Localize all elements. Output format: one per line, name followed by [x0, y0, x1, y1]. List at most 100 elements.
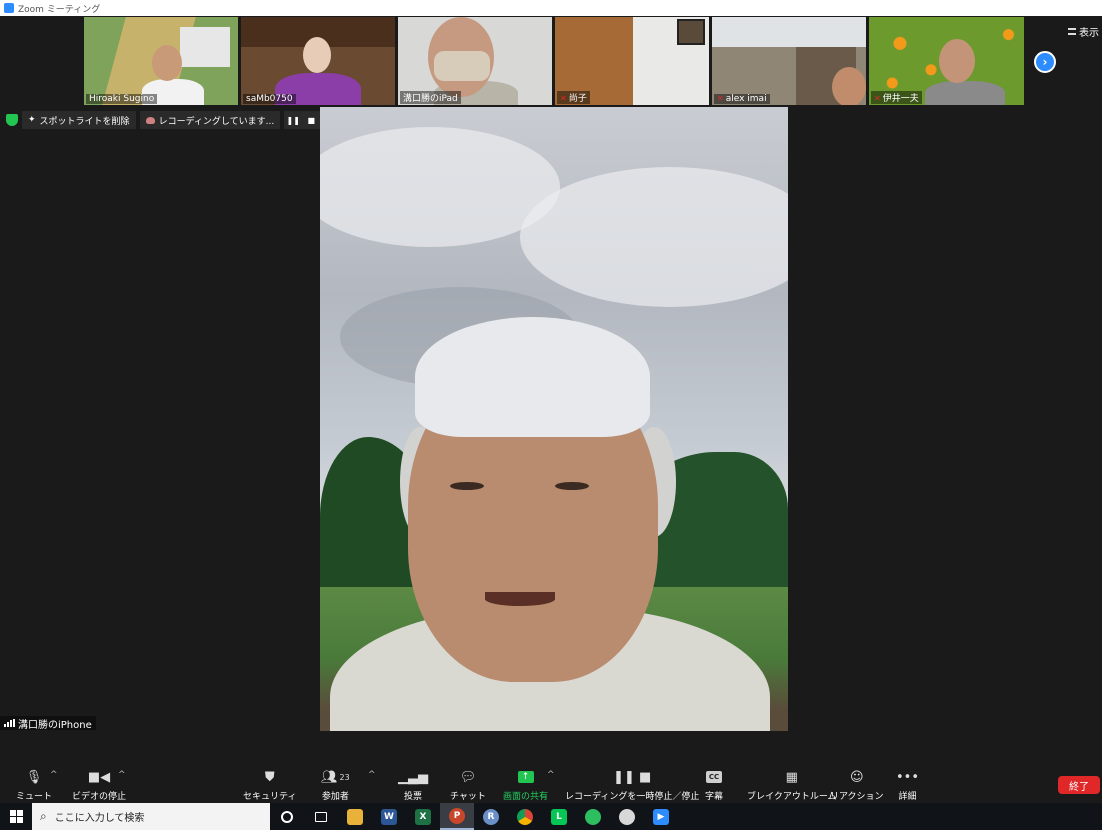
recording-controls: ❚❚ ■ — [284, 111, 321, 129]
person-head — [832, 67, 866, 105]
powerpoint-icon[interactable]: P — [440, 803, 474, 830]
view-label: 表示 — [1079, 28, 1099, 39]
captions-button[interactable]: CC 字幕 — [705, 768, 723, 802]
search-icon: ⌕ — [40, 809, 47, 823]
pin-icon: ✦ — [28, 115, 36, 125]
video-camera-icon: ■◀ — [87, 769, 111, 785]
view-button[interactable]: 表示 — [1068, 24, 1099, 39]
main-video — [320, 107, 788, 731]
breakout-rooms-label: ブレイクアウトルーム — [747, 792, 837, 802]
participants-label: 参加者 — [321, 792, 349, 802]
greenhouse — [180, 27, 230, 67]
start-button[interactable] — [0, 803, 32, 830]
evernote-icon[interactable] — [576, 803, 610, 830]
share-screen-icon: ↑ — [517, 768, 534, 786]
reactions-label: リアクション — [830, 792, 884, 802]
participants-button[interactable]: 👥︎ 23 参加者 — [321, 768, 350, 803]
main-video-name: 溝口勝のiPhone — [18, 719, 92, 731]
stop-video-label: ビデオの停止 — [72, 792, 127, 802]
pause-stop-recording-button[interactable]: ❚❚ ■ レコーディングを一時停止／停止 — [565, 768, 699, 803]
end-meeting-button[interactable]: 終了 — [1058, 776, 1100, 794]
windows-taskbar: ⌕ ここに入力して検索 W X P R L ▶ — [0, 803, 1102, 830]
recording-indicator: レコーディングしています... — [139, 111, 281, 129]
security-shield-icon — [6, 114, 18, 126]
file-explorer-icon[interactable] — [338, 803, 372, 830]
pause-recording-icon[interactable]: ❚❚ — [286, 113, 300, 127]
cortana-icon[interactable] — [270, 803, 304, 830]
main-video-name-tag: 溝口勝のiPhone — [0, 716, 96, 731]
participant-thumbnail[interactable]: 溝口勝のiPad — [398, 17, 552, 105]
participant-name: ✕ alex imai — [714, 94, 770, 104]
word-icon[interactable]: W — [372, 803, 406, 830]
microphone-icon: 🎙︎ — [25, 769, 43, 785]
audio-options-caret[interactable]: ^ — [50, 770, 58, 780]
view-grid-icon — [1068, 28, 1076, 35]
r-icon[interactable]: R — [474, 803, 508, 830]
share-options-caret[interactable]: ^ — [547, 770, 555, 780]
bar-chart-icon: ▁▃▅ — [398, 769, 428, 785]
video-options-caret[interactable]: ^ — [118, 770, 126, 780]
participants-options-caret[interactable]: ^ — [368, 770, 376, 780]
zoom-app-icon — [4, 3, 14, 13]
participant-thumbnail[interactable]: Hiroaki Sugino — [84, 17, 238, 105]
participant-name-text: alex imai — [725, 94, 767, 104]
mic-muted-icon: ✕ — [874, 94, 881, 103]
breakout-grid-icon: ▦ — [785, 769, 798, 785]
chevron-right-icon: › — [1042, 55, 1048, 69]
excel-icon[interactable]: X — [406, 803, 440, 830]
chat-button[interactable]: 💬︎ チャット — [450, 768, 486, 803]
mute-label: ミュート — [16, 792, 53, 802]
mic-muted-icon: ✕ — [717, 94, 724, 103]
more-label: 詳細 — [898, 792, 917, 802]
chat-bubble-icon: 💬︎ — [459, 769, 477, 785]
breakout-rooms-button[interactable]: ▦ ブレイクアウトルーム — [747, 768, 837, 803]
participant-name: 溝口勝のiPad — [400, 91, 461, 104]
reactions-button[interactable]: ☺ リアクション — [830, 768, 884, 803]
participant-thumbnail[interactable]: ✕ 尚子 — [555, 17, 709, 105]
face-mask — [434, 51, 490, 81]
task-view-icon[interactable] — [304, 803, 338, 830]
participant-name: ✕ 尚子 — [557, 91, 590, 104]
taskbar-search[interactable]: ⌕ ここに入力して検索 — [32, 803, 270, 830]
chrome-icon[interactable] — [508, 803, 542, 830]
participant-name: saMb0750 — [243, 94, 296, 104]
recording-label: レコーディングしています... — [158, 116, 275, 127]
security-button[interactable]: ⛊ セキュリティ — [243, 768, 297, 803]
share-screen-button[interactable]: ↑ 画面の共有 — [503, 768, 548, 802]
participant-thumbnail[interactable]: saMb0750 — [241, 17, 395, 105]
remove-spotlight-label: スポットライトを削除 — [39, 116, 130, 127]
person-eye — [450, 482, 484, 490]
participant-name-text: 伊井一夫 — [882, 94, 919, 104]
smiley-icon: ☺ — [850, 769, 864, 785]
shield-icon: ⛊ — [264, 769, 275, 785]
security-label: セキュリティ — [243, 792, 297, 802]
stop-recording-icon[interactable]: ■ — [304, 113, 318, 127]
person-eye — [555, 482, 589, 490]
participant-name: Hiroaki Sugino — [86, 94, 158, 104]
polls-button[interactable]: ▁▃▅ 投票 — [398, 768, 428, 803]
meeting-toolbar: 🎙︎ ミュート ^ ■◀ ビデオの停止 ^ ⛊ セキュリティ 👥︎ 23 参加者 … — [0, 760, 1102, 803]
chat-label: チャット — [450, 792, 486, 802]
search-placeholder: ここに入力して検索 — [54, 813, 145, 824]
remove-spotlight-button[interactable]: ✦ スポットライトを削除 — [22, 111, 136, 129]
zoom-taskbar-icon[interactable]: ▶ — [644, 803, 678, 830]
person-headband — [415, 317, 650, 437]
paint-icon[interactable] — [610, 803, 644, 830]
person-head — [303, 37, 331, 73]
person-head — [939, 39, 975, 83]
participant-thumbnail[interactable]: ✕ 伊井一夫 — [869, 17, 1024, 105]
mic-muted-icon: ✕ — [560, 94, 567, 103]
person-head — [152, 45, 182, 81]
picture-frame — [677, 19, 705, 45]
recording-cloud-icon — [145, 116, 155, 124]
more-button[interactable]: ••• 詳細 — [896, 768, 920, 803]
ellipsis-icon: ••• — [896, 769, 920, 785]
closed-caption-icon: CC — [706, 768, 722, 786]
participant-thumbnail[interactable]: ✕ alex imai — [712, 17, 866, 105]
participants-icon: 👥︎ 23 — [321, 769, 350, 785]
next-page-button[interactable]: › — [1034, 51, 1056, 73]
mute-button[interactable]: 🎙︎ ミュート — [16, 768, 53, 803]
participants-count: 23 — [339, 772, 350, 782]
ceiling — [712, 17, 866, 47]
line-icon[interactable]: L — [542, 803, 576, 830]
